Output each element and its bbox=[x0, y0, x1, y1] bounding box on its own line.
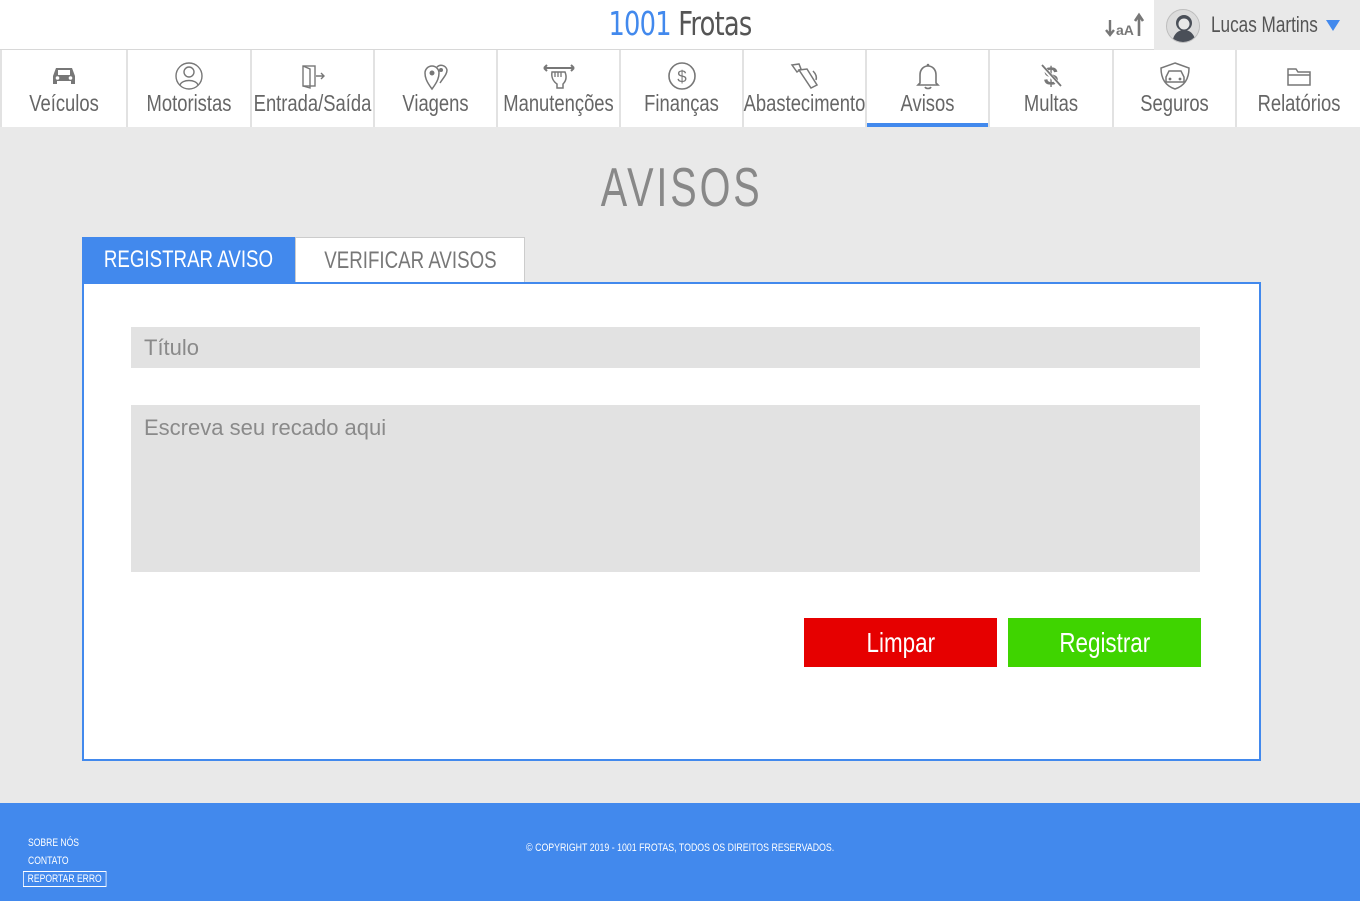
title-input[interactable] bbox=[131, 327, 1200, 368]
nav-label: Avisos bbox=[900, 90, 955, 116]
brand-number: 1001 bbox=[608, 4, 671, 43]
nav-item-multas[interactable]: $ Multas bbox=[988, 50, 1112, 127]
font-size-label: aA bbox=[1116, 22, 1134, 38]
bell-icon bbox=[867, 61, 988, 91]
footer-link-report-error[interactable]: REPORTAR ERRO bbox=[23, 871, 107, 887]
chevron-down-icon[interactable] bbox=[1326, 20, 1340, 31]
nav-label: Relatórios bbox=[1257, 90, 1341, 116]
nav-item-seguros[interactable]: Seguros bbox=[1112, 50, 1235, 127]
brand-logo[interactable]: 1001 Frotas bbox=[150, 4, 1211, 43]
tab-verificar-avisos[interactable]: VERIFICAR AVISOS bbox=[295, 237, 525, 283]
register-notice-panel: Limpar Registrar bbox=[82, 282, 1261, 761]
clear-button-label: Limpar bbox=[866, 626, 935, 658]
nav-item-veiculos[interactable]: Veículos bbox=[0, 50, 126, 127]
nav-item-avisos[interactable]: Avisos bbox=[865, 50, 988, 127]
nav-item-viagens[interactable]: Viagens bbox=[373, 50, 496, 127]
wrench-hand-icon bbox=[498, 61, 619, 91]
door-exit-icon bbox=[252, 61, 373, 91]
nav-label: Motoristas bbox=[146, 90, 232, 116]
nav-label: Entrada/Saída bbox=[253, 90, 372, 116]
main-nav: Veículos Motoristas Entrada/Saída Viagen… bbox=[0, 50, 1360, 127]
register-button[interactable]: Registrar bbox=[1008, 618, 1201, 667]
nav-item-relatorios[interactable]: Relatórios bbox=[1235, 50, 1360, 127]
folder-icon bbox=[1237, 61, 1360, 91]
svg-text:$: $ bbox=[677, 67, 687, 86]
nav-item-entrada-saida[interactable]: Entrada/Saída bbox=[250, 50, 373, 127]
tab-label: VERIFICAR AVISOS bbox=[323, 246, 497, 274]
register-button-label: Registrar bbox=[1059, 626, 1150, 658]
nav-label: Veículos bbox=[29, 90, 99, 116]
page-title: AVISOS bbox=[600, 156, 763, 218]
nav-label: Viagens bbox=[402, 90, 469, 116]
driver-icon bbox=[128, 61, 250, 91]
nav-item-financas[interactable]: $ Finanças bbox=[619, 50, 742, 127]
map-pins-icon bbox=[375, 61, 496, 91]
fuel-nozzle-icon bbox=[744, 61, 865, 91]
car-icon bbox=[2, 61, 126, 91]
clear-button[interactable]: Limpar bbox=[804, 618, 997, 667]
tab-label: REGISTRAR AVISO bbox=[103, 246, 274, 273]
nav-label: Seguros bbox=[1140, 90, 1209, 116]
footer-link-about[interactable]: SOBRE NÓS bbox=[28, 837, 79, 849]
nav-item-motoristas[interactable]: Motoristas bbox=[126, 50, 250, 127]
active-indicator bbox=[867, 123, 988, 127]
user-name: Lucas Martins bbox=[1211, 12, 1318, 37]
font-size-icon[interactable]: aA bbox=[1104, 12, 1146, 40]
nav-item-abastecimento[interactable]: Abastecimento bbox=[742, 50, 865, 127]
nav-label: Abastecimento bbox=[743, 90, 866, 116]
nav-label: Multas bbox=[1023, 90, 1079, 116]
copyright-text: © COPYRIGHT 2019 - 1001 FROTAS, TODOS OS… bbox=[526, 842, 835, 854]
insured-car-icon bbox=[1114, 61, 1235, 91]
dollar-circle-icon: $ bbox=[621, 61, 742, 91]
avatar bbox=[1166, 9, 1200, 43]
footer-link-contact[interactable]: CONTATO bbox=[28, 855, 69, 867]
nav-label: Finanças bbox=[644, 90, 719, 116]
message-textarea[interactable] bbox=[131, 405, 1200, 572]
tab-registrar-aviso[interactable]: REGISTRAR AVISO bbox=[82, 237, 295, 283]
dollar-strike-icon: $ bbox=[990, 61, 1112, 91]
brand-name: Frotas bbox=[678, 4, 752, 43]
nav-label: Manutenções bbox=[503, 90, 614, 116]
top-header: 1001 Frotas aA Lucas Martins bbox=[0, 0, 1360, 50]
user-menu[interactable]: Lucas Martins bbox=[1154, 0, 1360, 50]
nav-item-manutencoes[interactable]: Manutenções bbox=[496, 50, 619, 127]
